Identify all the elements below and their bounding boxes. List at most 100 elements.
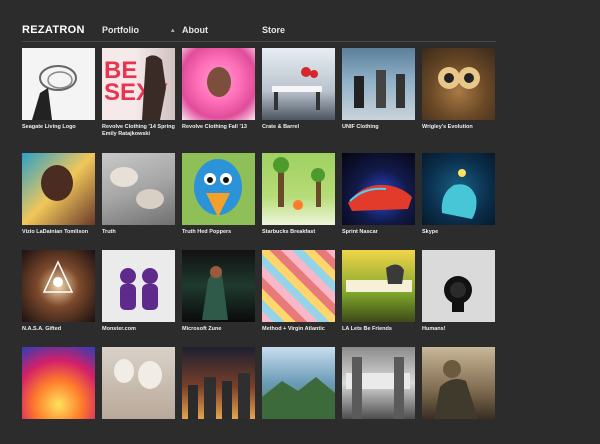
portfolio-tile[interactable]	[422, 347, 495, 423]
site-logo[interactable]: REZATRON	[22, 24, 85, 36]
tile-caption: LA Lets Be Friends	[342, 326, 392, 332]
nav-store[interactable]: Store	[262, 25, 285, 35]
portfolio-tile[interactable]: Crate & Barrel	[262, 48, 335, 131]
portfolio-tile[interactable]	[182, 347, 255, 423]
thumbnail-vizio[interactable]	[22, 153, 95, 225]
thumbnail-arrived[interactable]	[342, 347, 415, 419]
thumbnail-city-sunset[interactable]	[182, 347, 255, 419]
thumbnail-art	[41, 165, 73, 201]
tile-caption: Crate & Barrel	[262, 124, 299, 130]
portfolio-grid: Seagate Living Logo BE SEXY Revolve Clot…	[22, 48, 502, 444]
thumbnail-starbucks[interactable]	[262, 153, 335, 225]
thumbnail-art	[346, 264, 412, 292]
portfolio-tile[interactable]: BE SEXY Revolve Clothing '14 Spring Emil…	[102, 48, 175, 138]
thumbnail-art	[202, 266, 228, 320]
thumbnail-art	[354, 70, 405, 108]
thumbnail-art	[110, 167, 164, 209]
portfolio-tile[interactable]: UNIF Clothing	[342, 48, 415, 131]
tile-caption: Sprint Nascar	[342, 229, 378, 235]
thumbnail-truth[interactable]	[102, 153, 175, 225]
thumbnail-art	[188, 373, 250, 419]
thumbnail-soldier[interactable]	[422, 347, 495, 419]
thumbnail-seagate[interactable]	[22, 48, 95, 120]
tile-caption: Seagate Living Logo	[22, 124, 76, 130]
nav-portfolio[interactable]: Portfolio	[102, 25, 139, 35]
tile-caption: Revolve Clothing Fall '13	[182, 124, 247, 130]
thumbnail-art	[438, 67, 480, 89]
thumbnail-method-virgin[interactable]	[262, 250, 335, 322]
thumbnail-art	[32, 65, 77, 120]
tile-caption: Monster.com	[102, 326, 136, 332]
thumbnail-humans[interactable]	[422, 250, 495, 322]
thumbnail-art	[434, 360, 478, 419]
header-divider	[22, 41, 496, 42]
thumbnail-art	[114, 359, 162, 389]
grid-row: Vizio LaDainian Tomlison Truth Truth Hed…	[22, 153, 502, 250]
tile-caption: Starbucks Breakfast	[262, 229, 316, 235]
portfolio-tile[interactable]	[102, 347, 175, 423]
portfolio-tile[interactable]: Revolve Clothing Fall '13	[182, 48, 255, 131]
thumbnail-art	[441, 169, 477, 219]
tile-caption: N.A.S.A. Gifted	[22, 326, 62, 332]
thumbnail-art	[207, 67, 231, 97]
tile-caption: Wrigley's Evolution	[422, 124, 473, 130]
caret-icon[interactable]: ▴	[171, 26, 175, 34]
thumbnail-art	[120, 268, 158, 310]
tile-caption: Humans!	[422, 326, 446, 332]
portfolio-tile[interactable]: Truth Hed Poppers	[182, 153, 255, 236]
portfolio-tile[interactable]: Microsoft Zune	[182, 250, 255, 333]
grid-row: Seagate Living Logo BE SEXY Revolve Clot…	[22, 48, 502, 153]
thumbnail-wrigley[interactable]	[422, 48, 495, 120]
thumbnail-la-lets-be-friends[interactable]	[342, 250, 415, 322]
portfolio-tile[interactable]: Starbucks Breakfast	[262, 153, 335, 236]
thumbnail-art	[348, 184, 412, 211]
thumbnail-sprint[interactable]	[342, 153, 415, 225]
thumbnail-monster[interactable]	[102, 250, 175, 322]
thumbnail-colorful-burst[interactable]	[22, 347, 95, 419]
thumbnail-revolve-spring[interactable]: BE SEXY	[102, 48, 175, 120]
tile-caption: Skype	[422, 229, 439, 235]
portfolio-tile[interactable]: Seagate Living Logo	[22, 48, 95, 131]
thumbnail-nasa-gifted[interactable]	[22, 250, 95, 322]
tile-caption: Truth Hed Poppers	[182, 229, 232, 235]
thumbnail-art	[346, 357, 410, 419]
thumbnail-mask-person[interactable]	[102, 347, 175, 419]
grid-row	[22, 347, 502, 444]
portfolio-tile[interactable]	[342, 347, 415, 423]
tile-caption: UNIF Clothing	[342, 124, 379, 130]
thumbnail-crate-barrel[interactable]	[262, 48, 335, 120]
thumbnail-art	[273, 157, 325, 210]
thumbnail-landscape[interactable]	[262, 347, 335, 419]
thumbnail-art	[194, 159, 242, 217]
thumbnail-art	[272, 67, 322, 110]
thumbnail-unif[interactable]	[342, 48, 415, 120]
portfolio-tile[interactable]	[22, 347, 95, 423]
portfolio-tile[interactable]: Wrigley's Evolution	[422, 48, 495, 131]
tile-caption: Vizio LaDainian Tomlison	[22, 229, 89, 235]
grid-row: N.A.S.A. Gifted Monster.com Microsoft Zu…	[22, 250, 502, 347]
portfolio-tile[interactable]: Truth	[102, 153, 175, 236]
thumbnail-art	[444, 276, 472, 312]
portfolio-tile[interactable]	[262, 347, 335, 423]
portfolio-tile[interactable]: Method + Virgin Atlantic	[262, 250, 335, 333]
tile-caption: Truth	[102, 229, 116, 235]
thumbnail-skype[interactable]	[422, 153, 495, 225]
thumbnail-revolve-fall[interactable]	[182, 48, 255, 120]
tile-caption: Microsoft Zune	[182, 326, 222, 332]
thumbnail-art	[142, 55, 166, 120]
site-header: REZATRON Portfolio ▴ About Store	[22, 24, 496, 40]
portfolio-tile[interactable]: LA Lets Be Friends	[342, 250, 415, 333]
portfolio-tile[interactable]: N.A.S.A. Gifted	[22, 250, 95, 333]
thumbnail-truth-hed-poppers[interactable]	[182, 153, 255, 225]
tile-caption: Method + Virgin Atlantic	[262, 326, 325, 332]
thumbnail-zune[interactable]	[182, 250, 255, 322]
tile-caption: Revolve Clothing '14 Spring Emily Ratajk…	[102, 124, 175, 137]
portfolio-tile[interactable]: Skype	[422, 153, 495, 236]
portfolio-tile[interactable]: Monster.com	[102, 250, 175, 333]
portfolio-tile[interactable]: Vizio LaDainian Tomlison	[22, 153, 95, 236]
portfolio-tile[interactable]: Humans!	[422, 250, 495, 333]
portfolio-tile[interactable]: Sprint Nascar	[342, 153, 415, 236]
nav-about[interactable]: About	[182, 25, 208, 35]
thumbnail-art	[42, 260, 74, 293]
thumbnail-art	[262, 377, 335, 419]
